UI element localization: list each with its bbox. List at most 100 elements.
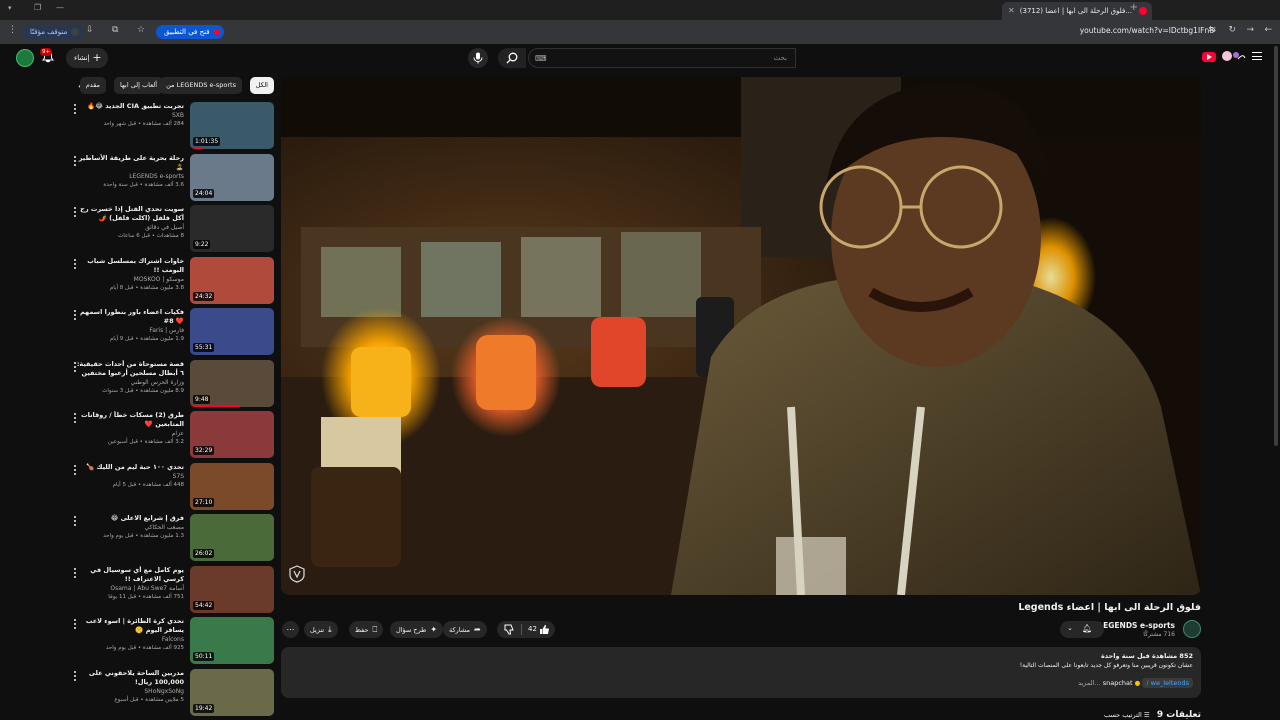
- related-video-channel[interactable]: Falcons: [76, 635, 184, 644]
- sort-comments-button[interactable]: الترتيب حسب ☰: [1104, 711, 1150, 719]
- downloads-icon[interactable]: ⇩: [86, 25, 94, 35]
- related-video-item[interactable]: فرق إ شرايع الاعلى 😂 مصعب الحكاكي 1.3 مليو…: [68, 514, 274, 562]
- channel-watermark-icon[interactable]: [289, 565, 305, 583]
- avatar[interactable]: [16, 49, 34, 67]
- related-video-item[interactable]: تحدي ١٠٠ حبة ليم من الليك 🍗 S7S 448 ألف مش…: [68, 462, 274, 511]
- keyboard-icon[interactable]: ⌨: [535, 54, 547, 63]
- save-button[interactable]: حفظ ⎕: [349, 621, 384, 638]
- related-video-channel[interactable]: أسامة Osama | Abu Swe7: [76, 584, 184, 593]
- page-scrollbar[interactable]: [1274, 46, 1278, 446]
- dislike-icon[interactable]: [504, 624, 515, 635]
- related-video-channel[interactable]: وزارة الحرس الوطني: [76, 378, 184, 387]
- related-video-title[interactable]: فكيات اعضاء باور بنطورا اسمهم ❤️ 8#: [76, 308, 184, 326]
- chip-all[interactable]: الكل: [249, 77, 274, 94]
- like-icon[interactable]: [539, 624, 550, 635]
- bookmark-star-icon[interactable]: ☆: [137, 25, 145, 35]
- youtube-logo[interactable]: [1202, 52, 1216, 62]
- close-tab-icon[interactable]: ✕: [1008, 2, 1015, 20]
- guide-menu-icon[interactable]: [1252, 52, 1262, 60]
- related-video-item[interactable]: مدربين الساحة يلاحقوني على 100,000 ريال!…: [68, 668, 274, 717]
- related-video-stats: 8 مشاهدات • قبل 6 ساعات: [118, 233, 184, 239]
- url-field[interactable]: youtube.com/watch?v=lDctbg1IFn8: [1080, 26, 1214, 35]
- reload-icon[interactable]: ↻: [1228, 25, 1236, 35]
- related-video-stats: 1.3 مليون مشاهدة • قبل يوم واحد: [103, 533, 184, 539]
- search-input[interactable]: ⌨ بحث: [528, 48, 796, 68]
- related-video-thumbnail[interactable]: 26:02: [190, 514, 274, 561]
- profile-paused-chip[interactable]: متوقف مؤقتًا: [22, 25, 84, 39]
- ask-button[interactable]: طرح سؤال ✦: [390, 621, 444, 638]
- related-video-thumbnail[interactable]: 19:42: [190, 668, 274, 716]
- related-video-title[interactable]: تحدي كرة الطائرة | اسوء لاعب يسافر اليوم…: [76, 617, 184, 635]
- chip-more[interactable]: مقدم: [79, 77, 106, 94]
- related-video-thumbnail[interactable]: 55:31: [190, 308, 274, 355]
- new-tab-icon[interactable]: +: [1130, 2, 1138, 13]
- snapchat-link[interactable]: / we_leltends: [1142, 678, 1193, 688]
- video-frame-image: [281, 77, 1201, 595]
- related-video-thumbnail[interactable]: 9:48: [190, 359, 274, 407]
- back-icon[interactable]: ←: [1264, 25, 1272, 35]
- related-video-channel[interactable]: LEGENDS e-sports: [76, 172, 184, 181]
- open-in-app-button[interactable]: فتح في التطبيق: [156, 25, 224, 39]
- related-video-item[interactable]: تحدي كرة الطائرة | اسوء لاعب يسافر اليوم…: [68, 617, 274, 665]
- related-video-thumbnail[interactable]: 27:10: [190, 462, 274, 510]
- related-video-thumbnail[interactable]: 9:22: [190, 205, 274, 252]
- related-video-title[interactable]: قصة مستوحاة من أحداث حقيقية: ٦ أبطال مسل…: [76, 360, 184, 378]
- share-button[interactable]: مشاركة ➦: [443, 621, 487, 638]
- related-video-item[interactable]: يوم كامل مع أي سوسيال في كرسي الاعتراف !…: [68, 565, 274, 614]
- forward-icon[interactable]: →: [1246, 25, 1254, 35]
- chip-from-channel[interactable]: من LEGENDS e-sports: [160, 77, 242, 94]
- chip-related[interactable]: ألعاب إلى ابها: [114, 77, 163, 94]
- related-video-thumbnail[interactable]: 54:42: [190, 565, 274, 613]
- related-video-meta: تحدي كرة الطائرة | اسوء لاعب يسافر اليوم…: [76, 617, 184, 652]
- related-video-title[interactable]: يوم كامل مع أي سوسيال في كرسي الاعتراف !…: [76, 566, 184, 584]
- related-video-title[interactable]: رحلة بحرية على طريقة الأساطير 🏝️: [76, 154, 184, 172]
- save-label: حفظ: [355, 626, 369, 634]
- related-video-item[interactable]: فكيات اعضاء باور بنطورا اسمهم ❤️ 8# فارس …: [68, 308, 274, 356]
- related-video-channel[interactable]: فارس | Faris: [76, 326, 184, 335]
- show-more-link[interactable]: ...المزيد: [1078, 679, 1101, 687]
- download-button[interactable]: تنزيل ⤓: [304, 621, 338, 638]
- video-player[interactable]: [281, 77, 1201, 595]
- related-video-item[interactable]: سويت تحدي القتل إذا خسرت رح آكل فلفل (اك…: [68, 205, 274, 253]
- related-video-channel[interactable]: مصعب الحكاكي: [76, 523, 184, 532]
- related-video-item[interactable]: خاوات اشتراك بمسلسل شباب البومب !! موسكو …: [68, 256, 274, 305]
- tab-search-icon[interactable]: ▾: [8, 4, 12, 12]
- related-video-channel[interactable]: موسكو | MOSKOO: [76, 275, 184, 284]
- related-video-thumbnail[interactable]: 24:04: [190, 153, 274, 201]
- related-video-title[interactable]: تجربت تطبيق CIA الجديد 😂🔥: [76, 102, 184, 111]
- related-video-title[interactable]: طرق (2) مسكات خطأ / روقانات المتابعين ❤️: [76, 411, 184, 429]
- extensions-icon[interactable]: ⧉: [112, 25, 118, 35]
- related-video-thumbnail[interactable]: 1:01:35: [190, 102, 274, 149]
- channel-name[interactable]: LEGENDS e-sports: [1098, 621, 1175, 630]
- related-video-channel[interactable]: S7S: [76, 472, 184, 481]
- description-box[interactable]: 852 مشاهدة قبل سنة واحدة عشان تكونون قري…: [281, 647, 1201, 698]
- related-video-channel[interactable]: SXB: [76, 111, 184, 120]
- channel-avatar[interactable]: [1183, 620, 1201, 638]
- related-video-channel[interactable]: SHoNgxSoNg: [76, 687, 184, 696]
- subscribed-notifications-button[interactable]: 🔔︎ ⌄: [1060, 621, 1104, 638]
- related-video-item[interactable]: تجربت تطبيق CIA الجديد 😂🔥 SXB 284 ألف مشاه…: [68, 102, 274, 150]
- related-video-title[interactable]: سويت تحدي القتل إذا خسرت رح آكل فلفل (اك…: [76, 205, 184, 223]
- menu-dots-icon[interactable]: ⋮: [8, 25, 17, 35]
- voice-search-button[interactable]: [468, 48, 488, 68]
- youtube-doodle-logo[interactable]: [1218, 49, 1246, 63]
- related-video-thumbnail[interactable]: 24:32: [190, 256, 274, 304]
- related-video-title[interactable]: خاوات اشتراك بمسلسل شباب البومب !!: [76, 257, 184, 275]
- related-video-item[interactable]: رحلة بحرية على طريقة الأساطير 🏝️ LEGENDS …: [68, 153, 274, 202]
- related-video-thumbnail[interactable]: 50:11: [190, 617, 274, 664]
- related-video-title[interactable]: فرق إ شرايع الاعلى 😂: [76, 514, 184, 523]
- related-video-title[interactable]: مدربين الساحة يلاحقوني على 100,000 ريال!: [76, 669, 184, 687]
- related-video-item[interactable]: طرق (2) مسكات خطأ / روقانات المتابعين ❤️…: [68, 411, 274, 459]
- related-video-thumbnail[interactable]: 32:29: [190, 411, 274, 458]
- share-icon: ➦: [473, 625, 481, 634]
- related-video-channel[interactable]: أصيل في دقائق: [76, 223, 184, 232]
- related-video-channel[interactable]: عزام: [76, 429, 184, 438]
- related-video-item[interactable]: قصة مستوحاة من أحداث حقيقية: ٦ أبطال مسل…: [68, 359, 274, 408]
- related-video-stats: 925 ألف مشاهدة • قبل يوم واحد: [105, 645, 184, 651]
- restore-icon[interactable]: ❐: [34, 3, 41, 12]
- search-button[interactable]: [498, 48, 526, 68]
- more-actions-button[interactable]: …: [282, 621, 299, 638]
- related-video-title[interactable]: تحدي ١٠٠ حبة ليم من الليك 🍗: [76, 463, 184, 472]
- minimize-icon[interactable]: —: [56, 3, 64, 12]
- create-button[interactable]: إنشاء +: [66, 48, 108, 68]
